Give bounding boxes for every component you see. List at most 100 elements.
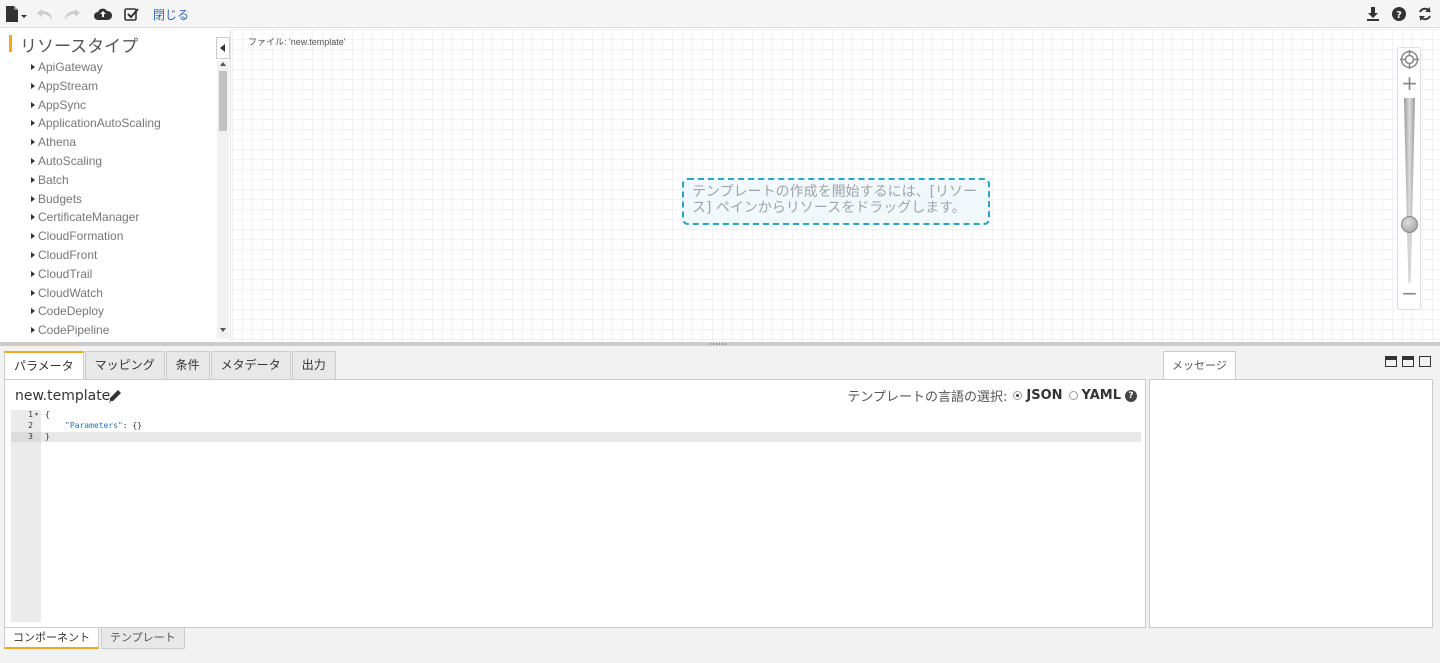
drag-hint-box: テンプレートの作成を開始するには、[リソース] ペインからリソースをドラッグしま… — [682, 178, 990, 225]
resource-type-label: Athena — [38, 135, 77, 150]
yaml-option-label[interactable]: YAML — [1082, 388, 1121, 403]
zoom-out-icon[interactable]: − — [1401, 283, 1418, 303]
resource-scrollbar-thumb[interactable] — [219, 71, 227, 131]
code-editor[interactable]: 1 ▾ 2 3 { "Parameters": {} } — [11, 410, 1141, 622]
editor-tab[interactable]: マッピング — [84, 351, 165, 379]
messages-panel — [1149, 379, 1433, 628]
resource-type-item[interactable]: ApplicationAutoScaling — [0, 114, 216, 133]
expand-arrow-icon[interactable] — [31, 308, 35, 315]
language-help-icon[interactable]: ? — [1125, 389, 1137, 402]
line-number: 2 — [28, 421, 33, 430]
template-name: new.template — [15, 388, 111, 404]
resource-type-item[interactable]: AppSync — [0, 96, 216, 115]
messages-tab[interactable]: メッセージ — [1163, 351, 1236, 379]
resource-type-item[interactable]: Budgets — [0, 190, 216, 209]
json-radio[interactable] — [1013, 391, 1023, 400]
editor-tab[interactable]: パラメータ — [4, 351, 84, 380]
language-selector: テンプレートの言語の選択: JSON YAML ? — [847, 386, 1137, 405]
redo-icon[interactable] — [64, 4, 80, 24]
collapse-panel-button[interactable] — [216, 37, 230, 59]
expand-arrow-icon[interactable] — [31, 327, 35, 334]
resource-type-item[interactable]: Batch — [0, 171, 216, 190]
fit-to-view-icon[interactable] — [1400, 50, 1419, 69]
undo-icon[interactable] — [37, 4, 53, 24]
active-line-highlight — [41, 432, 1141, 442]
help-icon[interactable]: ? — [1391, 4, 1407, 24]
code-line: { — [45, 410, 50, 419]
language-label: テンプレートの言語の選択: — [847, 390, 1008, 405]
resource-type-label: CloudTrail — [38, 266, 93, 281]
scroll-down-arrow-icon[interactable] — [220, 328, 226, 332]
resource-type-label: AppStream — [38, 78, 99, 93]
download-icon[interactable] — [1365, 4, 1381, 24]
chevron-left-icon — [220, 44, 225, 52]
components-tab[interactable]: コンポーネント — [4, 628, 99, 649]
resource-type-item[interactable]: CloudFormation — [0, 227, 216, 246]
editor-tab[interactable]: メタデータ — [210, 351, 291, 379]
bottom-pane: パラメータ マッピング 条件 メタデータ 出力 new.template テンプレートの… — [0, 346, 1440, 663]
expand-arrow-icon[interactable] — [31, 157, 35, 164]
splitter-grip-icon[interactable] — [710, 343, 728, 345]
resource-type-item[interactable]: CodeDeploy — [0, 302, 216, 321]
yaml-radio[interactable] — [1068, 391, 1078, 400]
validate-icon[interactable] — [123, 4, 139, 24]
design-canvas[interactable]: ファイル: 'new.template' テンプレートの作成を開始するには、[リ… — [232, 29, 1440, 342]
cloud-upload-icon[interactable] — [94, 4, 112, 24]
layout-bottom-icon[interactable] — [1385, 356, 1397, 367]
expand-arrow-icon[interactable] — [31, 139, 35, 146]
resource-types-title: リソースタイプ — [20, 37, 139, 57]
resource-type-item[interactable]: CodePipeline — [0, 321, 216, 340]
resource-type-item[interactable]: CertificateManager — [0, 208, 216, 227]
json-option-label[interactable]: JSON — [1026, 388, 1062, 403]
expand-arrow-icon[interactable] — [31, 233, 35, 240]
layout-maximize-icon[interactable] — [1419, 356, 1431, 367]
resource-type-label: ApplicationAutoScaling — [38, 116, 161, 131]
line-number: 3 — [28, 432, 33, 441]
resource-type-item[interactable]: CloudWatch — [0, 284, 216, 303]
fold-arrow-icon[interactable]: ▾ — [35, 411, 38, 418]
editor-panel: new.template テンプレートの言語の選択: JSON YAML ? 1… — [4, 379, 1146, 628]
expand-arrow-icon[interactable] — [31, 195, 35, 202]
resource-type-item[interactable]: ApiGateway — [0, 58, 216, 77]
resource-type-item[interactable]: AutoScaling — [0, 152, 216, 171]
expand-arrow-icon[interactable] — [31, 64, 35, 70]
resource-type-item[interactable]: Athena — [0, 133, 216, 152]
zoom-in-icon[interactable]: + — [1401, 73, 1418, 93]
expand-arrow-icon[interactable] — [31, 120, 35, 127]
expand-arrow-icon[interactable] — [31, 176, 35, 183]
expand-arrow-icon[interactable] — [31, 289, 35, 296]
resource-type-label: CertificateManager — [38, 210, 140, 225]
file-menu-icon[interactable] — [5, 4, 27, 24]
expand-arrow-icon[interactable] — [31, 251, 35, 258]
zoom-slider-track[interactable] — [1404, 98, 1415, 283]
svg-text:?: ? — [1396, 10, 1402, 21]
resource-type-item[interactable]: CloudFront — [0, 246, 216, 265]
close-button[interactable]: 閉じる — [153, 6, 189, 23]
expand-arrow-icon[interactable] — [31, 214, 35, 221]
resource-type-label: CloudWatch — [38, 285, 103, 300]
code-line: "Parameters": {} — [65, 421, 142, 430]
expand-arrow-icon[interactable] — [31, 101, 35, 108]
resource-type-item[interactable]: CloudTrail — [0, 265, 216, 284]
layout-split-icon[interactable] — [1402, 356, 1414, 367]
scroll-up-arrow-icon[interactable] — [220, 62, 226, 66]
editor-tab[interactable]: 出力 — [291, 351, 336, 379]
resource-type-item[interactable]: AppStream — [0, 77, 216, 96]
code-line: } — [45, 432, 50, 441]
resource-type-label: AutoScaling — [38, 153, 103, 168]
bottom-view-tabs: コンポーネント テンプレート — [4, 628, 187, 650]
resource-type-list: ApiGateway AppStream AppSync ApplicationAut… — [0, 58, 216, 340]
code-key: "Parameters" — [65, 421, 123, 430]
refresh-icon[interactable] — [1417, 4, 1433, 24]
editor-tab[interactable]: 条件 — [165, 351, 210, 379]
editor-tabs: パラメータ マッピング 条件 メタデータ 出力 — [4, 351, 337, 380]
top-toolbar: 閉じる ? — [0, 0, 1440, 28]
template-tab[interactable]: テンプレート — [101, 628, 185, 649]
zoom-control: + − — [1397, 47, 1421, 310]
zoom-slider-handle[interactable] — [1401, 216, 1418, 233]
expand-arrow-icon[interactable] — [31, 270, 35, 277]
resource-type-label: Budgets — [38, 191, 83, 206]
resource-type-label: CloudFormation — [38, 229, 124, 244]
pencil-icon[interactable] — [108, 389, 122, 403]
expand-arrow-icon[interactable] — [31, 82, 35, 89]
